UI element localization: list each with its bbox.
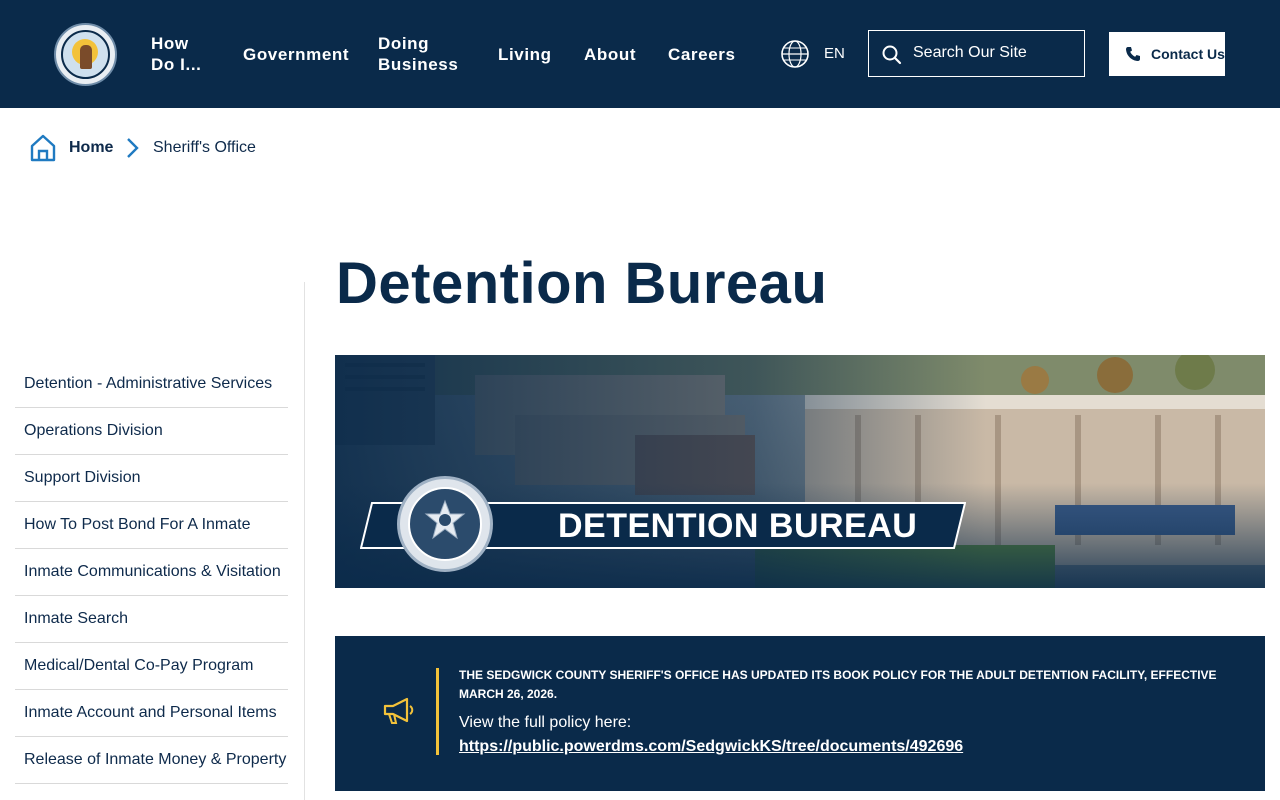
hero-image: DETENTION BUREAU xyxy=(335,355,1265,588)
sidebar-divider xyxy=(304,282,305,800)
alert-subtext: View the full policy here: xyxy=(459,714,632,731)
nav-doing-business[interactable]: Doing Business xyxy=(378,33,463,75)
badge-star xyxy=(424,499,466,540)
sidebar-item-admin-services[interactable]: Detention - Administrative Services xyxy=(15,361,288,408)
sidebar-item-operations[interactable]: Operations Division xyxy=(15,408,288,455)
sidebar-item-support[interactable]: Support Division xyxy=(15,455,288,502)
breadcrumb-current[interactable]: Sheriff's Office xyxy=(153,139,256,157)
alert-accent-bar xyxy=(436,668,439,755)
sidebar-item-post-bond[interactable]: How To Post Bond For A Inmate xyxy=(15,502,288,549)
globe-icon[interactable] xyxy=(780,39,810,69)
search-icon xyxy=(882,45,902,65)
contact-us-button[interactable]: Contact Us xyxy=(1109,32,1225,76)
logo-figure xyxy=(80,45,92,69)
site-header: How Do I... Government Doing Business Li… xyxy=(0,0,1280,108)
nav-how-do-i[interactable]: How Do I... xyxy=(151,33,211,75)
language-selector[interactable]: EN xyxy=(824,45,845,62)
alert-banner: THE SEDGWICK COUNTY SHERIFF'S OFFICE HAS… xyxy=(335,636,1265,791)
nav-careers[interactable]: Careers xyxy=(668,44,736,65)
nav-about[interactable]: About xyxy=(584,44,636,65)
alert-headline: THE SEDGWICK COUNTY SHERIFF'S OFFICE HAS… xyxy=(459,668,1217,701)
search-box[interactable]: Search Our Site xyxy=(868,30,1085,77)
sidebar-item-communications[interactable]: Inmate Communications & Visitation xyxy=(15,549,288,596)
phone-icon xyxy=(1126,47,1140,61)
sidebar-item-release-money[interactable]: Release of Inmate Money & Property xyxy=(15,737,288,784)
search-placeholder[interactable]: Search Our Site xyxy=(913,44,1027,62)
sidebar-item-inmate-search[interactable]: Inmate Search xyxy=(15,596,288,643)
sidebar-nav: Detention - Administrative Services Oper… xyxy=(15,361,288,784)
contact-us-label: Contact Us xyxy=(1151,46,1225,62)
nav-living[interactable]: Living xyxy=(498,44,552,65)
page-title: Detention Bureau xyxy=(336,251,828,316)
county-logo[interactable] xyxy=(54,23,117,86)
chevron-right-icon xyxy=(127,138,139,158)
breadcrumb-home[interactable]: Home xyxy=(69,139,113,157)
sheriff-badge-icon xyxy=(397,476,493,572)
alert-policy-link[interactable]: https://public.powerdms.com/SedgwickKS/t… xyxy=(459,738,963,756)
nav-government[interactable]: Government xyxy=(243,44,349,65)
sidebar-item-medical-copay[interactable]: Medical/Dental Co-Pay Program xyxy=(15,643,288,690)
home-icon[interactable] xyxy=(30,134,56,162)
sidebar-item-inmate-account[interactable]: Inmate Account and Personal Items xyxy=(15,690,288,737)
megaphone-icon xyxy=(383,697,414,724)
hero-title: DETENTION BUREAU xyxy=(558,507,918,545)
